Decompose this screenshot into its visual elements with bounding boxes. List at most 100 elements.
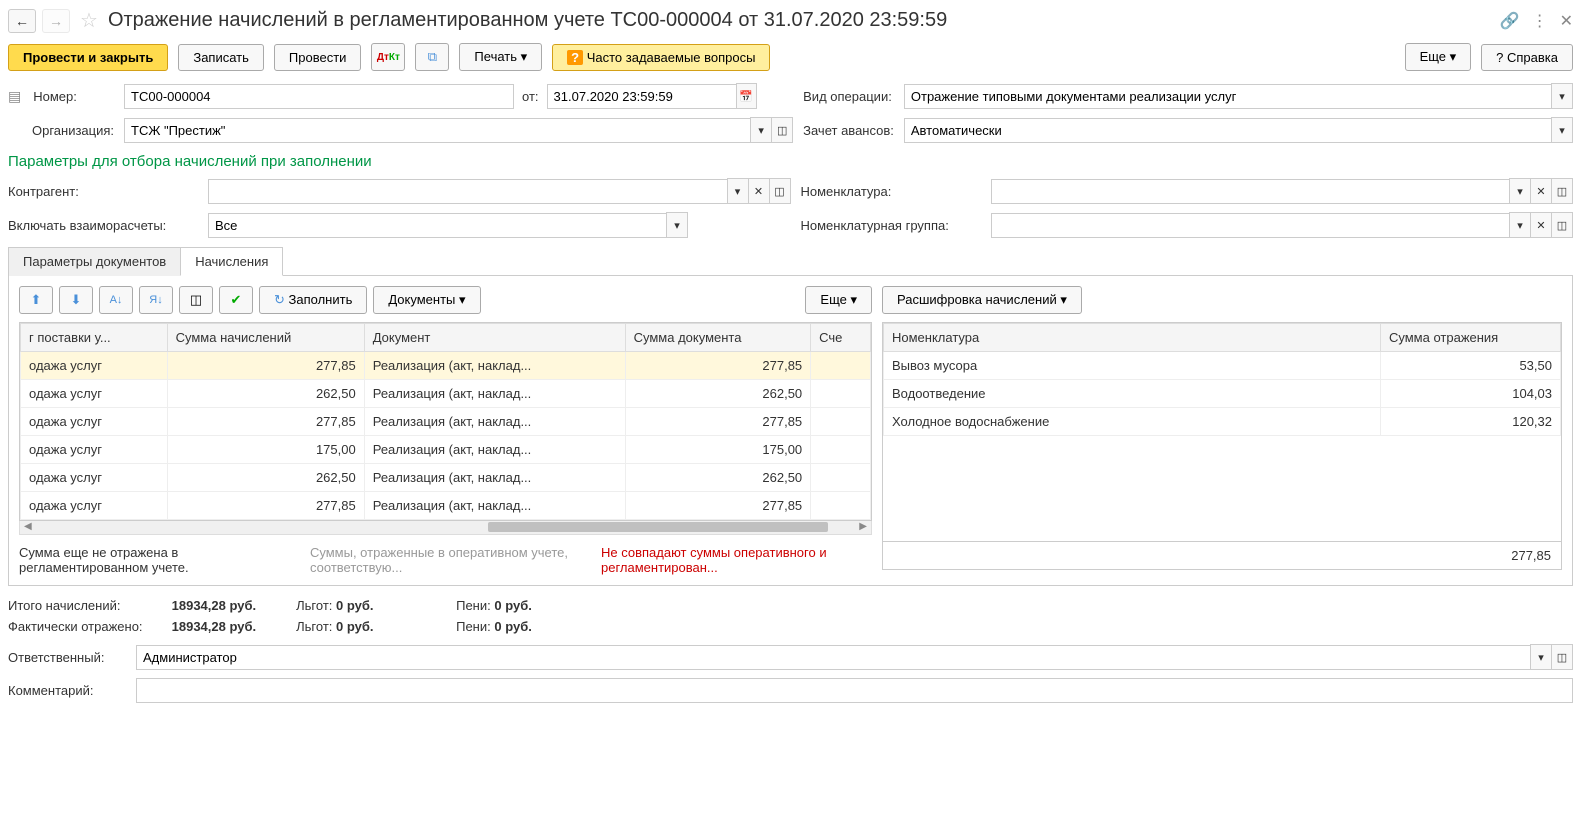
close-icon[interactable]: ✕	[1560, 11, 1573, 31]
table-row[interactable]: одажа услуг277,85Реализация (акт, наклад…	[21, 492, 871, 520]
benefits-label: Льгот:	[296, 598, 332, 613]
more-icon[interactable]: ⋮	[1532, 11, 1548, 31]
org-input[interactable]	[124, 118, 751, 143]
post-close-button[interactable]: Провести и закрыть	[8, 44, 168, 71]
contragent-label: Контрагент:	[8, 184, 198, 199]
include-input[interactable]	[208, 213, 667, 238]
check-button[interactable]: ✔	[219, 286, 253, 314]
horizontal-scrollbar[interactable]: ◀ ▶	[19, 521, 872, 535]
fill-button[interactable]: ↻ Заполнить	[259, 286, 367, 314]
total-charges-label: Итого начислений:	[8, 598, 168, 613]
favorite-icon[interactable]: ☆	[76, 8, 102, 33]
calendar-icon[interactable]: 📅	[736, 83, 757, 109]
date-input[interactable]	[547, 84, 737, 109]
move-down-button[interactable]: ⬇	[59, 286, 93, 314]
table-header[interactable]: Документ	[364, 324, 625, 352]
table-header[interactable]: Сумма отражения	[1381, 324, 1561, 352]
actual-label: Фактически отражено:	[8, 619, 168, 634]
more-button[interactable]: Еще ▾	[1405, 43, 1472, 71]
table-row[interactable]: Вывоз мусора53,50	[884, 352, 1561, 380]
clear-icon[interactable]: ✕	[1530, 212, 1552, 238]
open-icon[interactable]: ◫	[769, 178, 791, 204]
legend-mismatch: Не совпадают суммы оперативного и реглам…	[601, 545, 872, 575]
clear-icon[interactable]: ✕	[748, 178, 770, 204]
charges-table: г поставки у...Сумма начисленийДокументС…	[20, 323, 871, 520]
left-more-button[interactable]: Еще ▾	[805, 286, 872, 314]
table-header[interactable]: Сумма документа	[625, 324, 811, 352]
dropdown-icon[interactable]: ▾	[727, 178, 749, 204]
nomenclature-input[interactable]	[991, 179, 1511, 204]
dropdown-icon[interactable]: ▾	[666, 212, 688, 238]
legend-match: Суммы, отраженные в оперативном учете, с…	[310, 545, 581, 575]
decode-button[interactable]: Расшифровка начислений ▾	[882, 286, 1082, 314]
page-title: Отражение начислений в регламентированно…	[108, 9, 1494, 32]
actual-value: 18934,28 руб.	[172, 619, 256, 634]
benefits-value: 0 руб.	[336, 598, 373, 613]
table-row[interactable]: одажа услуг262,50Реализация (акт, наклад…	[21, 464, 871, 492]
table-header[interactable]: г поставки у...	[21, 324, 168, 352]
op-type-input[interactable]	[904, 84, 1552, 109]
org-label: Организация:	[8, 123, 114, 138]
op-type-label: Вид операции:	[803, 89, 894, 104]
table-row[interactable]: Холодное водоснабжение120,32	[884, 408, 1561, 436]
tab-charges[interactable]: Начисления	[180, 247, 283, 276]
sort-asc-button[interactable]: А↓	[99, 286, 133, 314]
open-icon[interactable]: ◫	[771, 117, 793, 143]
decode-table: НоменклатураСумма отражения Вывоз мусора…	[883, 323, 1561, 436]
contragent-input[interactable]	[208, 179, 728, 204]
table-row[interactable]: одажа услуг175,00Реализация (акт, наклад…	[21, 436, 871, 464]
date-label: от:	[522, 89, 539, 104]
documents-button[interactable]: Документы ▾	[373, 286, 480, 314]
table-header[interactable]: Номенклатура	[884, 324, 1381, 352]
open-icon[interactable]: ◫	[1551, 178, 1573, 204]
penalty-value: 0 руб.	[494, 598, 531, 613]
dropdown-icon[interactable]: ▾	[1509, 178, 1531, 204]
number-input[interactable]	[124, 84, 514, 109]
advance-input[interactable]	[904, 118, 1552, 143]
right-total: 277,85	[882, 542, 1562, 570]
include-label: Включать взаиморасчеты:	[8, 218, 198, 233]
comment-input[interactable]	[136, 678, 1573, 703]
comment-label: Комментарий:	[8, 683, 128, 698]
dropdown-icon[interactable]: ▾	[1551, 83, 1573, 109]
nav-back[interactable]: ←	[8, 9, 36, 33]
help-button[interactable]: ? Справка	[1481, 44, 1573, 71]
dropdown-icon[interactable]: ▾	[1530, 644, 1552, 670]
dtct-button[interactable]: ДтКт	[371, 43, 405, 71]
move-up-button[interactable]: ⬆	[19, 286, 53, 314]
nom-group-input[interactable]	[991, 213, 1511, 238]
responsible-input[interactable]	[136, 645, 1531, 670]
nav-forward[interactable]: →	[42, 9, 70, 33]
dropdown-icon[interactable]: ▾	[1551, 117, 1573, 143]
advance-label: Зачет авансов:	[803, 123, 894, 138]
table-row[interactable]: одажа услуг277,85Реализация (акт, наклад…	[21, 408, 871, 436]
clear-icon[interactable]: ✕	[1530, 178, 1552, 204]
penalty-label: Пени:	[456, 598, 491, 613]
responsible-label: Ответственный:	[8, 650, 128, 665]
print-button[interactable]: Печать ▾	[459, 43, 542, 71]
nom-group-label: Номенклатурная группа:	[801, 218, 981, 233]
sort-desc-button[interactable]: Я↓	[139, 286, 173, 314]
number-label: Номер:	[33, 89, 77, 104]
table-row[interactable]: одажа услуг262,50Реализация (акт, наклад…	[21, 380, 871, 408]
save-button[interactable]: Записать	[178, 44, 264, 71]
table-row[interactable]: Водоотведение104,03	[884, 380, 1561, 408]
document-icon: ▤	[8, 88, 21, 105]
tab-params[interactable]: Параметры документов	[8, 247, 181, 276]
legend-unreflected: Сумма еще не отражена в регламентированн…	[19, 545, 290, 575]
nomenclature-label: Номенклатура:	[801, 184, 981, 199]
open-icon[interactable]: ◫	[1551, 212, 1573, 238]
table-row[interactable]: одажа услуг277,85Реализация (акт, наклад…	[21, 352, 871, 380]
dropdown-icon[interactable]: ▾	[750, 117, 772, 143]
table-header[interactable]: Сче	[811, 324, 871, 352]
faq-button[interactable]: ? Часто задаваемые вопросы	[552, 44, 770, 71]
section-title: Параметры для отбора начислений при запо…	[8, 153, 1573, 170]
copy-button[interactable]: ◫	[179, 286, 213, 314]
dropdown-icon[interactable]: ▾	[1509, 212, 1531, 238]
link-icon[interactable]: 🔗	[1500, 11, 1520, 31]
table-header[interactable]: Сумма начислений	[167, 324, 364, 352]
open-icon[interactable]: ◫	[1551, 644, 1573, 670]
post-button[interactable]: Провести	[274, 44, 362, 71]
structure-button[interactable]: ⧉	[415, 43, 449, 71]
total-charges-value: 18934,28 руб.	[172, 598, 256, 613]
